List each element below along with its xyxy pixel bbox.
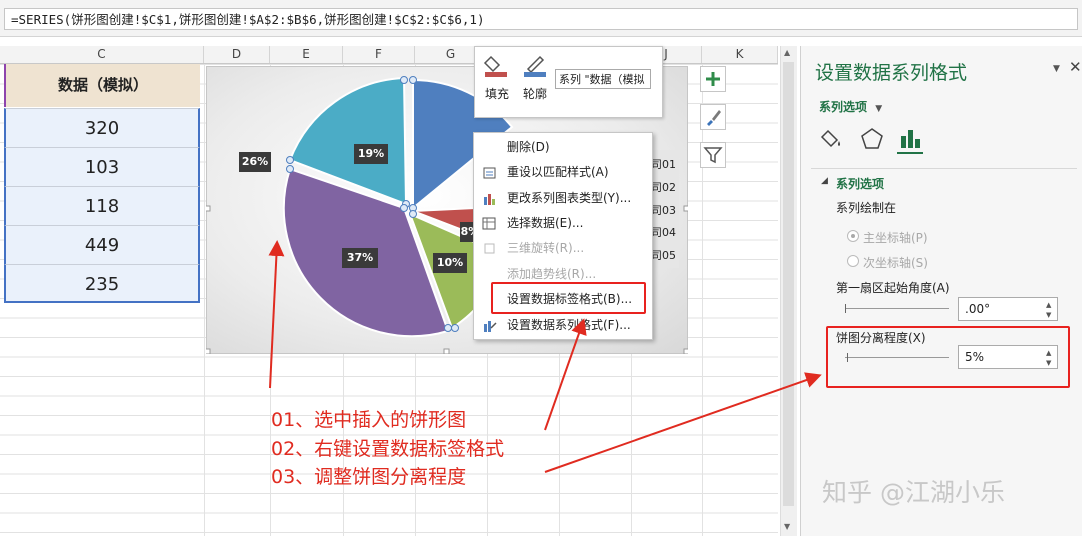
annotation-arrows [268,240,822,473]
annotation-step1: 01、选中插入的饼形图 [271,409,467,431]
arrow-to-menu [544,318,587,431]
arrow-to-chart [268,240,285,389]
watermark: 知乎 @江湖小乐 [822,478,1005,507]
annotation-step2: 02、右键设置数据标签格式 [271,438,505,460]
annotation-step3: 03、调整饼图分离程度 [271,466,467,488]
arrow-to-pane [544,372,822,473]
